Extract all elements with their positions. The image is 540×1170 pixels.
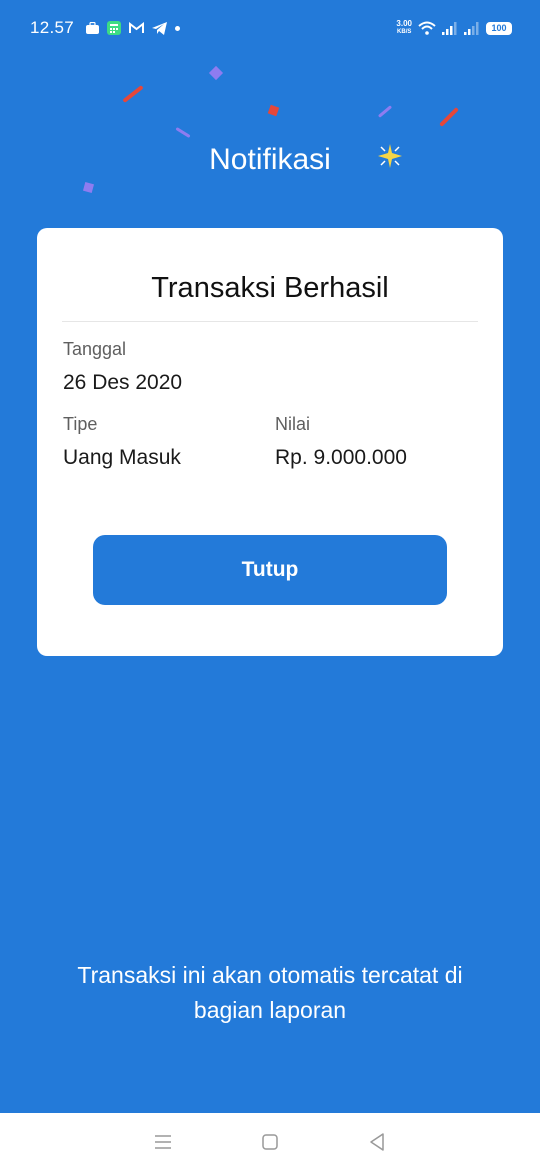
- page-title: Notifikasi: [209, 143, 331, 176]
- status-bar: 12.57 3.00 KB/S 100: [0, 0, 540, 56]
- telegram-icon: [152, 21, 168, 35]
- battery-icon: 100: [486, 21, 512, 35]
- home-square-icon[interactable]: [250, 1122, 290, 1162]
- type-value: Uang Masuk: [63, 446, 181, 469]
- status-left: 12.57: [30, 18, 181, 38]
- confetti-piece: [439, 107, 459, 127]
- calculator-icon: [107, 21, 122, 35]
- menu-icon[interactable]: [143, 1122, 183, 1162]
- back-triangle-icon[interactable]: [357, 1122, 397, 1162]
- briefcase-icon: [86, 22, 100, 34]
- confetti-piece: [267, 104, 280, 117]
- signal-icon-2: [464, 21, 480, 35]
- footer-note: Transaksi ini akan otomatis tercatat di …: [77, 962, 463, 1023]
- date-label: Tanggal: [63, 339, 127, 359]
- divider: [62, 321, 478, 322]
- amount-label: Nilai: [275, 414, 311, 434]
- card-title: Transaksi Berhasil: [151, 272, 389, 304]
- confetti-piece: [377, 105, 393, 118]
- confetti-piece: [208, 65, 224, 81]
- signal-icon: [442, 21, 458, 35]
- status-time: 12.57: [30, 18, 75, 37]
- confetti-piece: [175, 126, 191, 139]
- transaction-card: Transaksi Berhasil Tanggal 26 Des 2020 T…: [37, 228, 503, 656]
- gmail-icon: [129, 22, 145, 34]
- net-speed: 3.00 KB/S: [396, 20, 412, 36]
- status-right: 3.00 KB/S 100: [396, 20, 512, 36]
- confetti-piece: [82, 181, 95, 194]
- notification-dot-icon: [175, 25, 181, 31]
- wifi-icon: [418, 21, 436, 35]
- net-speed-value: 3.00: [396, 19, 412, 28]
- close-button[interactable]: Tutup: [93, 535, 447, 605]
- confetti-piece: [122, 85, 144, 103]
- nav-bar: [0, 1113, 540, 1170]
- type-label: Tipe: [63, 414, 98, 434]
- net-speed-unit: KB/S: [397, 29, 412, 35]
- date-value: 26 Des 2020: [63, 371, 183, 394]
- amount-value: Rp. 9.000.000: [275, 446, 407, 469]
